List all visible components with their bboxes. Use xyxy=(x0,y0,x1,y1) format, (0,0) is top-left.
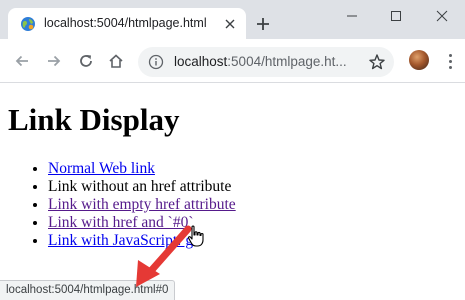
list-item: Link without an href attribute xyxy=(48,178,236,196)
list-item: Normal Web link xyxy=(48,160,236,178)
page-content: Link Display Normal Web link Link withou… xyxy=(0,84,465,280)
globe-favicon-icon xyxy=(20,16,36,32)
hand-cursor-icon xyxy=(187,225,204,247)
back-arrow-icon[interactable] xyxy=(12,51,32,71)
normal-web-link[interactable]: Normal Web link xyxy=(48,160,155,177)
empty-href-link[interactable]: Link with empty href attribute xyxy=(48,196,236,213)
browser-tab[interactable]: localhost:5004/htmlpage.html xyxy=(8,8,246,39)
bookmark-star-icon[interactable] xyxy=(368,53,386,71)
status-bubble: localhost:5004/htmlpage.html#0 xyxy=(0,280,176,300)
address-bar[interactable]: localhost:5004/htmlpage.ht... xyxy=(138,47,394,77)
tab-close-icon[interactable] xyxy=(222,16,238,32)
browser-titlebar: localhost:5004/htmlpage.html xyxy=(0,0,465,39)
page-title: Link Display xyxy=(8,102,180,137)
tab-title: localhost:5004/htmlpage.html xyxy=(44,16,207,30)
profile-avatar[interactable] xyxy=(409,50,429,70)
info-icon[interactable] xyxy=(148,54,164,70)
minimize-window-icon[interactable] xyxy=(340,6,364,26)
forward-arrow-icon[interactable] xyxy=(44,51,64,71)
maximize-window-icon[interactable] xyxy=(384,6,408,26)
javascript-link[interactable]: Link with JavaScript: g xyxy=(48,232,193,249)
new-tab-plus-icon[interactable] xyxy=(254,15,272,33)
browser-toolbar: localhost:5004/htmlpage.ht... xyxy=(0,39,465,83)
link-without-href-text: Link without an href attribute xyxy=(48,178,232,195)
url-path: :5004/htmlpage.ht... xyxy=(227,54,347,69)
reload-icon[interactable] xyxy=(76,51,96,71)
list-item: Link with empty href attribute xyxy=(48,196,236,214)
more-menu-icon[interactable] xyxy=(444,51,456,71)
close-window-icon[interactable] xyxy=(430,6,454,26)
url-host: localhost xyxy=(174,54,228,69)
url-text[interactable]: localhost:5004/htmlpage.ht... xyxy=(174,54,356,69)
home-icon[interactable] xyxy=(106,51,126,71)
hash-zero-link[interactable]: Link with href and `#0` xyxy=(48,214,194,231)
